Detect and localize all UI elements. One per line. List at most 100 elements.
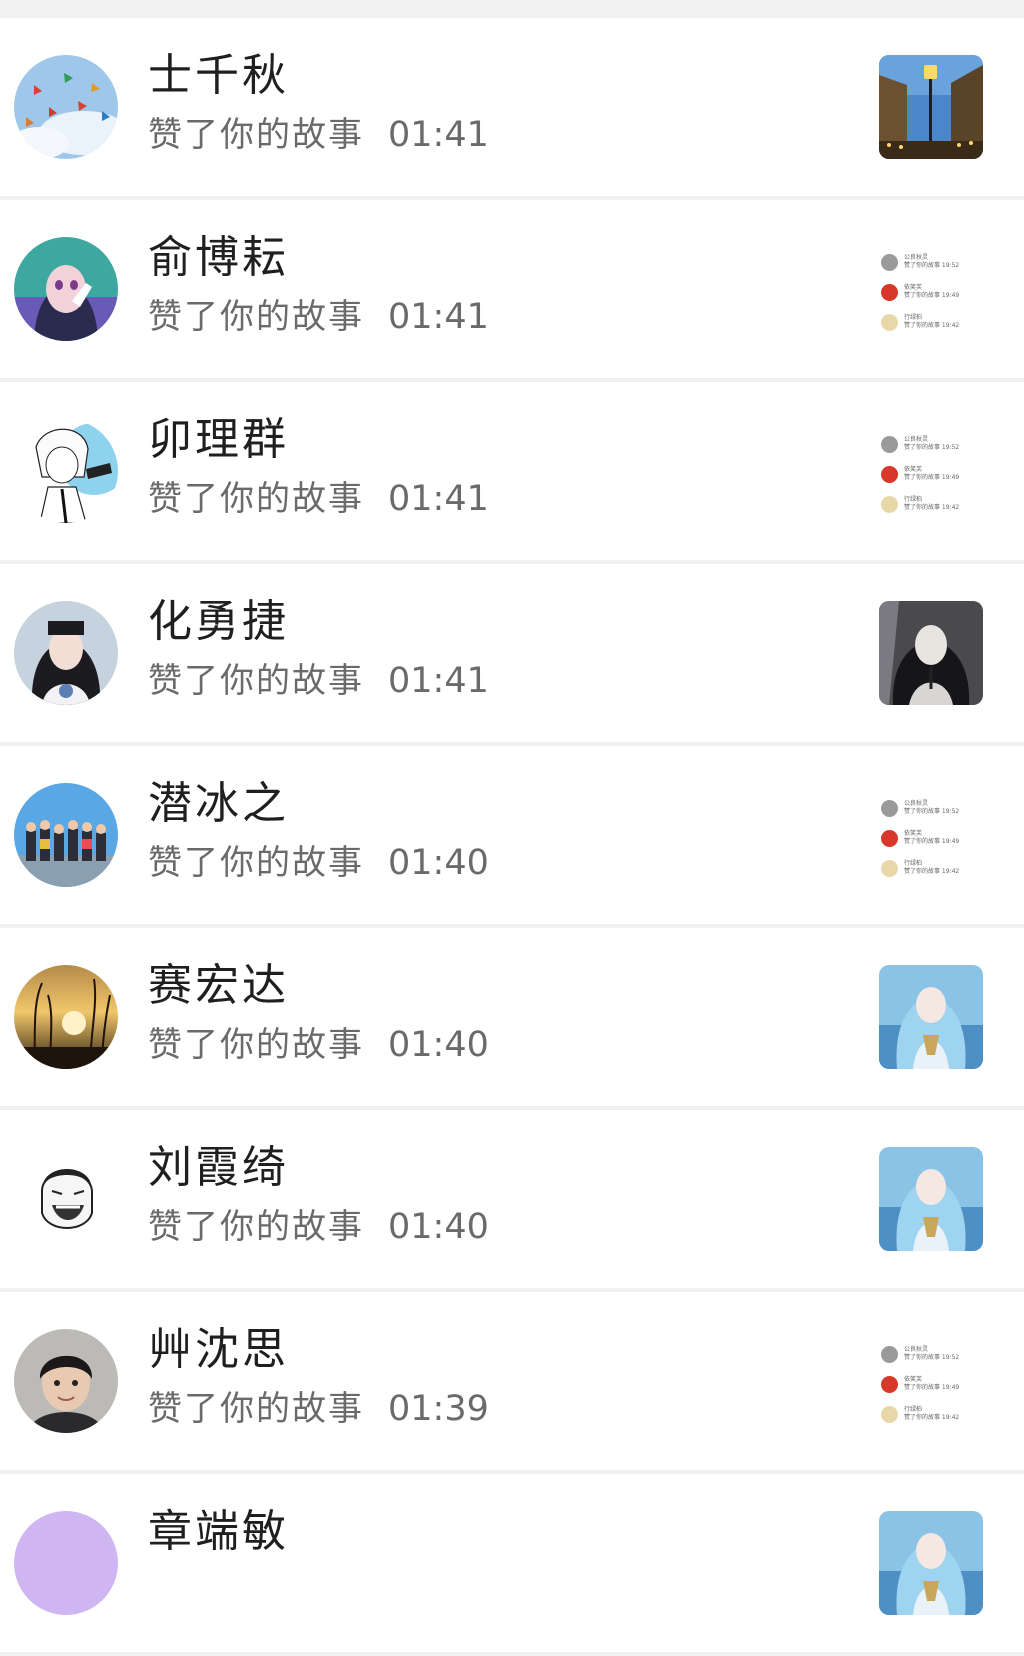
story-thumbnail[interactable]: 公良秋灵 赞了你的故事 19:52 依笑芙 赞了你的故事 19:49 行绿柏 赞了你的故事… <box>879 1329 983 1433</box>
thumbnail-avatar <box>881 465 898 483</box>
thumbnail-subtext: 赞了你的故事 19:52 <box>904 808 960 815</box>
user-name[interactable]: 卯理群 <box>148 418 289 462</box>
timestamp: 01:40 <box>388 843 489 883</box>
story-thumbnail[interactable] <box>879 601 983 705</box>
thumbnail-avatar <box>881 283 898 301</box>
user-avatar[interactable] <box>14 1147 118 1251</box>
thumbnail-subtext: 赞了你的故事 19:52 <box>904 1354 960 1361</box>
thumbnail-avatar <box>881 1345 898 1363</box>
thumbnail-avatar <box>881 1375 898 1393</box>
action-text: 赞了你的故事 <box>148 479 364 519</box>
thumbnail-name: 公良秋灵 <box>904 436 929 443</box>
story-thumbnail[interactable]: 公良秋灵 赞了你的故事 19:52 依笑芙 赞了你的故事 19:49 行绿柏 赞了你的故事… <box>879 419 983 523</box>
thumbnail-avatar <box>881 435 898 453</box>
thumbnail-name: 行绿柏 <box>904 860 923 867</box>
notification-list: 士千秋 赞了你的故事 01:41 俞博耘 赞了你的故事 01:41 公良秋灵 赞了你的故事 1… <box>0 18 1024 1656</box>
thumbnail-subtext: 赞了你的故事 19:42 <box>904 504 960 511</box>
notification-row[interactable]: 俞博耘 赞了你的故事 01:41 公良秋灵 赞了你的故事 19:52 依笑芙 赞了你的故事 … <box>0 200 1024 378</box>
thumbnail-list-item: 行绿柏 赞了你的故事 19:42 <box>881 1401 981 1427</box>
thumbnail-avatar <box>881 829 898 847</box>
notification-row[interactable]: 刘霞绮赞了你的故事 01:40 <box>0 1110 1024 1288</box>
thumbnail-subtext: 赞了你的故事 19:42 <box>904 868 960 875</box>
thumbnail-list-item: 行绿柏 赞了你的故事 19:42 <box>881 309 981 335</box>
action-text: 赞了你的故事 <box>148 297 364 337</box>
thumbnail-name: 行绿柏 <box>904 314 923 321</box>
thumbnail-name: 依笑芙 <box>904 284 923 291</box>
timestamp: 01:41 <box>388 297 489 337</box>
user-name[interactable]: 刘霞绮 <box>148 1146 289 1190</box>
user-avatar[interactable] <box>14 1329 118 1433</box>
thumbnail-subtext: 赞了你的故事 19:49 <box>904 838 960 845</box>
action-text: 赞了你的故事 <box>148 115 364 155</box>
story-thumbnail[interactable] <box>879 1511 983 1615</box>
thumbnail-list-item: 公良秋灵 赞了你的故事 19:52 <box>881 431 981 457</box>
timestamp: 01:41 <box>388 115 489 155</box>
story-thumbnail[interactable]: 公良秋灵 赞了你的故事 19:52 依笑芙 赞了你的故事 19:49 行绿柏 赞了你的故事… <box>879 783 983 887</box>
thumbnail-name: 公良秋灵 <box>904 800 929 807</box>
thumbnail-avatar <box>881 313 898 331</box>
story-thumbnail[interactable] <box>879 1147 983 1251</box>
notification-row[interactable]: 化勇捷赞了你的故事 01:41 <box>0 564 1024 742</box>
thumbnail-list-item: 公良秋灵 赞了你的故事 19:52 <box>881 249 981 275</box>
thumbnail-list-item: 依笑芙 赞了你的故事 19:49 <box>881 825 981 851</box>
notification-row[interactable]: 艸沈思 赞了你的故事 01:39 公良秋灵 赞了你的故事 19:52 依笑芙 赞了你的故事 … <box>0 1292 1024 1470</box>
thumbnail-text: 行绿柏 赞了你的故事 19:42 <box>904 860 959 876</box>
notification-text: 赞了你的故事 01:39 <box>148 1392 489 1427</box>
user-avatar[interactable] <box>14 783 118 887</box>
thumbnail-text: 依笑芙 赞了你的故事 19:49 <box>904 284 959 300</box>
thumbnail-list-item: 依笑芙 赞了你的故事 19:49 <box>881 279 981 305</box>
thumbnail-text: 行绿柏 赞了你的故事 19:42 <box>904 1406 959 1422</box>
user-name[interactable]: 潜冰之 <box>148 782 289 826</box>
story-thumbnail[interactable] <box>879 965 983 1069</box>
thumbnail-name: 行绿柏 <box>904 1406 923 1413</box>
story-thumbnail[interactable]: 公良秋灵 赞了你的故事 19:52 依笑芙 赞了你的故事 19:49 行绿柏 赞了你的故事… <box>879 237 983 341</box>
user-avatar[interactable] <box>14 965 118 1069</box>
thumbnail-list-item: 依笑芙 赞了你的故事 19:49 <box>881 461 981 487</box>
story-thumbnail[interactable] <box>879 55 983 159</box>
user-name[interactable]: 艸沈思 <box>148 1328 289 1372</box>
thumbnail-subtext: 赞了你的故事 19:49 <box>904 1384 960 1391</box>
user-name[interactable]: 士千秋 <box>148 54 289 98</box>
timestamp: 01:40 <box>388 1025 489 1065</box>
thumbnail-text: 依笑芙 赞了你的故事 19:49 <box>904 830 959 846</box>
user-avatar[interactable] <box>14 237 118 341</box>
thumbnail-list-item: 行绿柏 赞了你的故事 19:42 <box>881 855 981 881</box>
thumbnail-list-item: 行绿柏 赞了你的故事 19:42 <box>881 491 981 517</box>
notification-text: 赞了你的故事 01:41 <box>148 300 489 335</box>
user-avatar[interactable] <box>14 1511 118 1615</box>
notification-text: 赞了你的故事 01:41 <box>148 664 489 699</box>
notification-row[interactable]: 赛宏达 赞了你的故事 01:40 <box>0 928 1024 1106</box>
thumbnail-avatar <box>881 495 898 513</box>
user-name[interactable]: 俞博耘 <box>148 236 289 280</box>
thumbnail-text: 公良秋灵 赞了你的故事 19:52 <box>904 436 959 452</box>
thumbnail-name: 依笑芙 <box>904 1376 923 1383</box>
thumbnail-text: 行绿柏 赞了你的故事 19:42 <box>904 314 959 330</box>
notification-row[interactable]: 潜冰之 赞了你的故事 01:40 公良秋灵 赞了你的故事 19:52 依笑芙 赞了你的故事 … <box>0 746 1024 924</box>
thumbnail-text: 行绿柏 赞了你的故事 19:42 <box>904 496 959 512</box>
thumbnail-name: 依笑芙 <box>904 466 923 473</box>
timestamp: 01:41 <box>388 479 489 519</box>
thumbnail-text: 依笑芙 赞了你的故事 19:49 <box>904 466 959 482</box>
notification-text: 赞了你的故事 01:40 <box>148 1210 489 1245</box>
notification-row[interactable]: 卯理群 赞了你的故事 01:41 公良秋灵 赞了你的故事 19:52 依笑芙 赞了你的故事 … <box>0 382 1024 560</box>
timestamp: 01:39 <box>388 1389 489 1429</box>
action-text: 赞了你的故事 <box>148 1207 364 1247</box>
notification-text: 赞了你的故事 01:41 <box>148 118 489 153</box>
thumbnail-list-item: 公良秋灵 赞了你的故事 19:52 <box>881 1341 981 1367</box>
user-avatar[interactable] <box>14 419 118 523</box>
thumbnail-subtext: 赞了你的故事 19:52 <box>904 262 960 269</box>
notification-row[interactable]: 士千秋赞了你的故事 01:41 <box>0 18 1024 196</box>
user-name[interactable]: 章端敏 <box>148 1510 289 1554</box>
notification-row[interactable]: 章端敏 <box>0 1474 1024 1652</box>
user-name[interactable]: 化勇捷 <box>148 600 289 644</box>
thumbnail-avatar <box>881 1405 898 1423</box>
thumbnail-avatar <box>881 253 898 271</box>
thumbnail-subtext: 赞了你的故事 19:42 <box>904 322 960 329</box>
user-name[interactable]: 赛宏达 <box>148 964 289 1008</box>
notification-text: 赞了你的故事 01:40 <box>148 846 489 881</box>
action-text: 赞了你的故事 <box>148 1389 364 1429</box>
thumbnail-subtext: 赞了你的故事 19:52 <box>904 444 960 451</box>
user-avatar[interactable] <box>14 601 118 705</box>
thumbnail-name: 依笑芙 <box>904 830 923 837</box>
user-avatar[interactable] <box>14 55 118 159</box>
